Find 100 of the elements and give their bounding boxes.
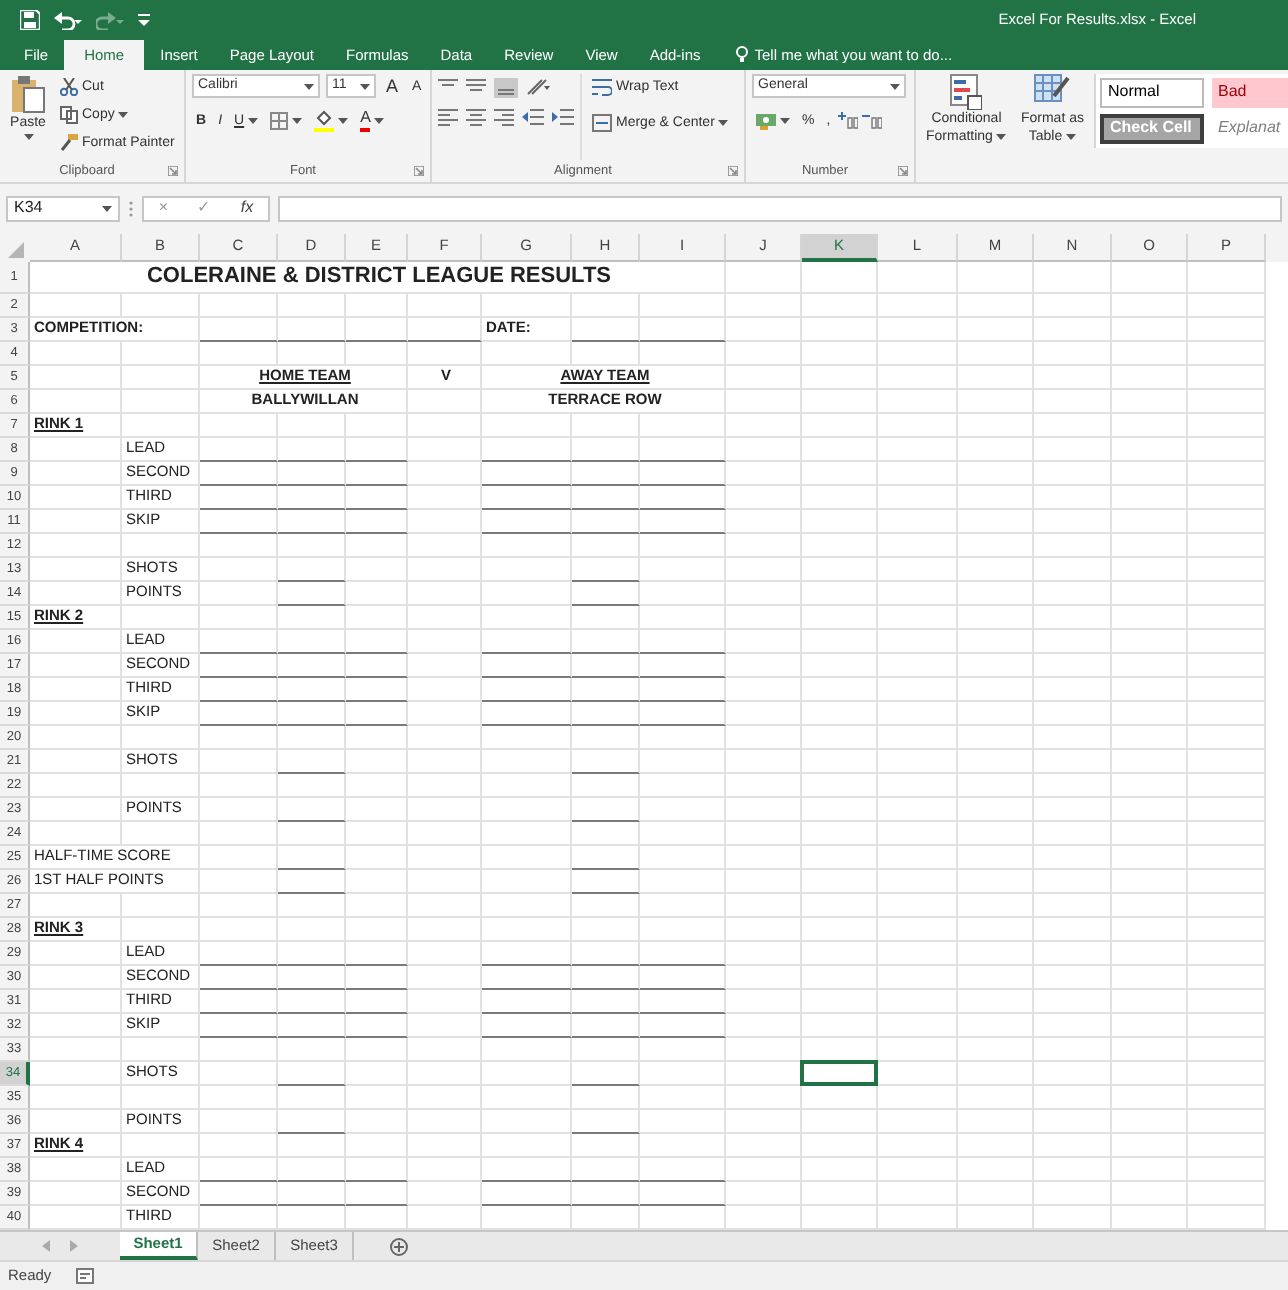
fill-in-line[interactable] (278, 750, 346, 774)
fill-in-line[interactable] (408, 318, 482, 342)
fill-in-line[interactable] (200, 318, 278, 342)
increase-indent-icon[interactable] (552, 108, 574, 126)
fill-in-line[interactable] (572, 510, 640, 534)
fill-in-line[interactable] (278, 1062, 346, 1086)
fill-in-line[interactable] (346, 438, 408, 462)
fill-in-line[interactable] (482, 510, 572, 534)
fill-in-line[interactable] (200, 1014, 278, 1038)
fill-in-line[interactable] (200, 1158, 278, 1182)
formula-input[interactable] (278, 196, 1282, 222)
fill-in-line[interactable] (640, 966, 726, 990)
fill-in-line[interactable] (200, 990, 278, 1014)
fill-in-line[interactable] (278, 702, 346, 726)
scroll-right-icon[interactable] (70, 1240, 78, 1252)
fill-in-line[interactable] (572, 630, 640, 654)
fill-in-line[interactable] (278, 318, 346, 342)
fill-in-line[interactable] (572, 798, 640, 822)
fill-in-line[interactable] (482, 678, 572, 702)
fill-in-line[interactable] (278, 654, 346, 678)
fill-in-line[interactable] (200, 630, 278, 654)
fill-in-line[interactable] (640, 942, 726, 966)
fill-in-line[interactable] (572, 846, 640, 870)
fill-in-line[interactable] (278, 966, 346, 990)
dialog-launcher-icon[interactable] (168, 166, 178, 176)
name-box[interactable]: K34 (6, 196, 120, 222)
fill-in-line[interactable] (278, 870, 346, 894)
fill-in-line[interactable] (278, 942, 346, 966)
fill-in-line[interactable] (572, 1110, 640, 1134)
fill-in-line[interactable] (278, 1158, 346, 1182)
fill-in-line[interactable] (482, 486, 572, 510)
fill-in-line[interactable] (572, 438, 640, 462)
insert-function-button[interactable]: fx (240, 200, 254, 218)
fill-in-line[interactable] (572, 582, 640, 606)
fill-in-line[interactable] (640, 510, 726, 534)
fill-in-line[interactable] (278, 630, 346, 654)
fill-in-line[interactable] (200, 678, 278, 702)
fill-in-line[interactable] (482, 1014, 572, 1038)
align-right-icon[interactable] (494, 108, 514, 126)
fill-in-line[interactable] (572, 318, 640, 342)
decrease-decimal-icon[interactable] (862, 112, 883, 130)
fill-in-line[interactable] (346, 1014, 408, 1038)
align-middle-icon[interactable] (466, 78, 486, 96)
fill-in-line[interactable] (572, 1062, 640, 1086)
fill-in-line[interactable] (640, 462, 726, 486)
fill-in-line[interactable] (346, 678, 408, 702)
fill-in-line[interactable] (640, 702, 726, 726)
fill-in-line[interactable] (200, 654, 278, 678)
fill-in-line[interactable] (572, 678, 640, 702)
fill-in-line[interactable] (200, 942, 278, 966)
grow-font-button[interactable]: A (382, 74, 403, 100)
dialog-launcher-icon[interactable] (414, 166, 424, 176)
fill-in-line[interactable] (346, 510, 408, 534)
align-bottom-icon[interactable] (494, 78, 518, 98)
fill-in-line[interactable] (200, 462, 278, 486)
fill-in-line[interactable] (346, 486, 408, 510)
fill-in-line[interactable] (200, 702, 278, 726)
fill-in-line[interactable] (200, 486, 278, 510)
fill-in-line[interactable] (346, 654, 408, 678)
cell-style-button[interactable]: Normal (1099, 78, 1204, 108)
fill-in-line[interactable] (278, 558, 346, 582)
fill-in-line[interactable] (482, 630, 572, 654)
font-color-button[interactable]: A (356, 108, 389, 134)
undo-icon[interactable] (54, 10, 82, 30)
fill-in-line[interactable] (572, 1182, 640, 1206)
fill-in-line[interactable] (346, 630, 408, 654)
fill-in-line[interactable] (278, 990, 346, 1014)
fill-in-line[interactable] (482, 702, 572, 726)
fill-in-line[interactable] (640, 1158, 726, 1182)
customize-icon[interactable] (138, 14, 150, 26)
orientation-icon[interactable] (526, 78, 550, 96)
add-sheet-button[interactable] (390, 1232, 408, 1260)
fill-in-line[interactable] (572, 942, 640, 966)
fill-in-line[interactable] (640, 438, 726, 462)
fill-in-line[interactable] (572, 702, 640, 726)
cell-style-button[interactable]: Bad (1211, 78, 1288, 108)
fill-in-line[interactable] (278, 510, 346, 534)
fill-in-line[interactable] (640, 630, 726, 654)
fill-in-line[interactable] (640, 678, 726, 702)
dialog-launcher-icon[interactable] (728, 166, 738, 176)
fill-in-line[interactable] (572, 990, 640, 1014)
fill-in-line[interactable] (278, 798, 346, 822)
fill-in-line[interactable] (278, 678, 346, 702)
borders-button[interactable] (266, 108, 307, 134)
align-center-icon[interactable] (466, 108, 486, 126)
fill-in-line[interactable] (278, 846, 346, 870)
fill-in-line[interactable] (346, 318, 408, 342)
fill-in-line[interactable] (346, 942, 408, 966)
fill-color-button[interactable] (310, 108, 353, 134)
dialog-launcher-icon[interactable] (898, 166, 908, 176)
align-left-icon[interactable] (438, 108, 458, 126)
fill-in-line[interactable] (572, 654, 640, 678)
fill-in-line[interactable] (482, 438, 572, 462)
fill-in-line[interactable] (278, 1110, 346, 1134)
fill-in-line[interactable] (572, 870, 640, 894)
fill-in-line[interactable] (346, 1158, 408, 1182)
fill-in-line[interactable] (482, 462, 572, 486)
fill-in-line[interactable] (278, 1182, 346, 1206)
fill-in-line[interactable] (278, 486, 346, 510)
fill-in-line[interactable] (278, 1014, 346, 1038)
